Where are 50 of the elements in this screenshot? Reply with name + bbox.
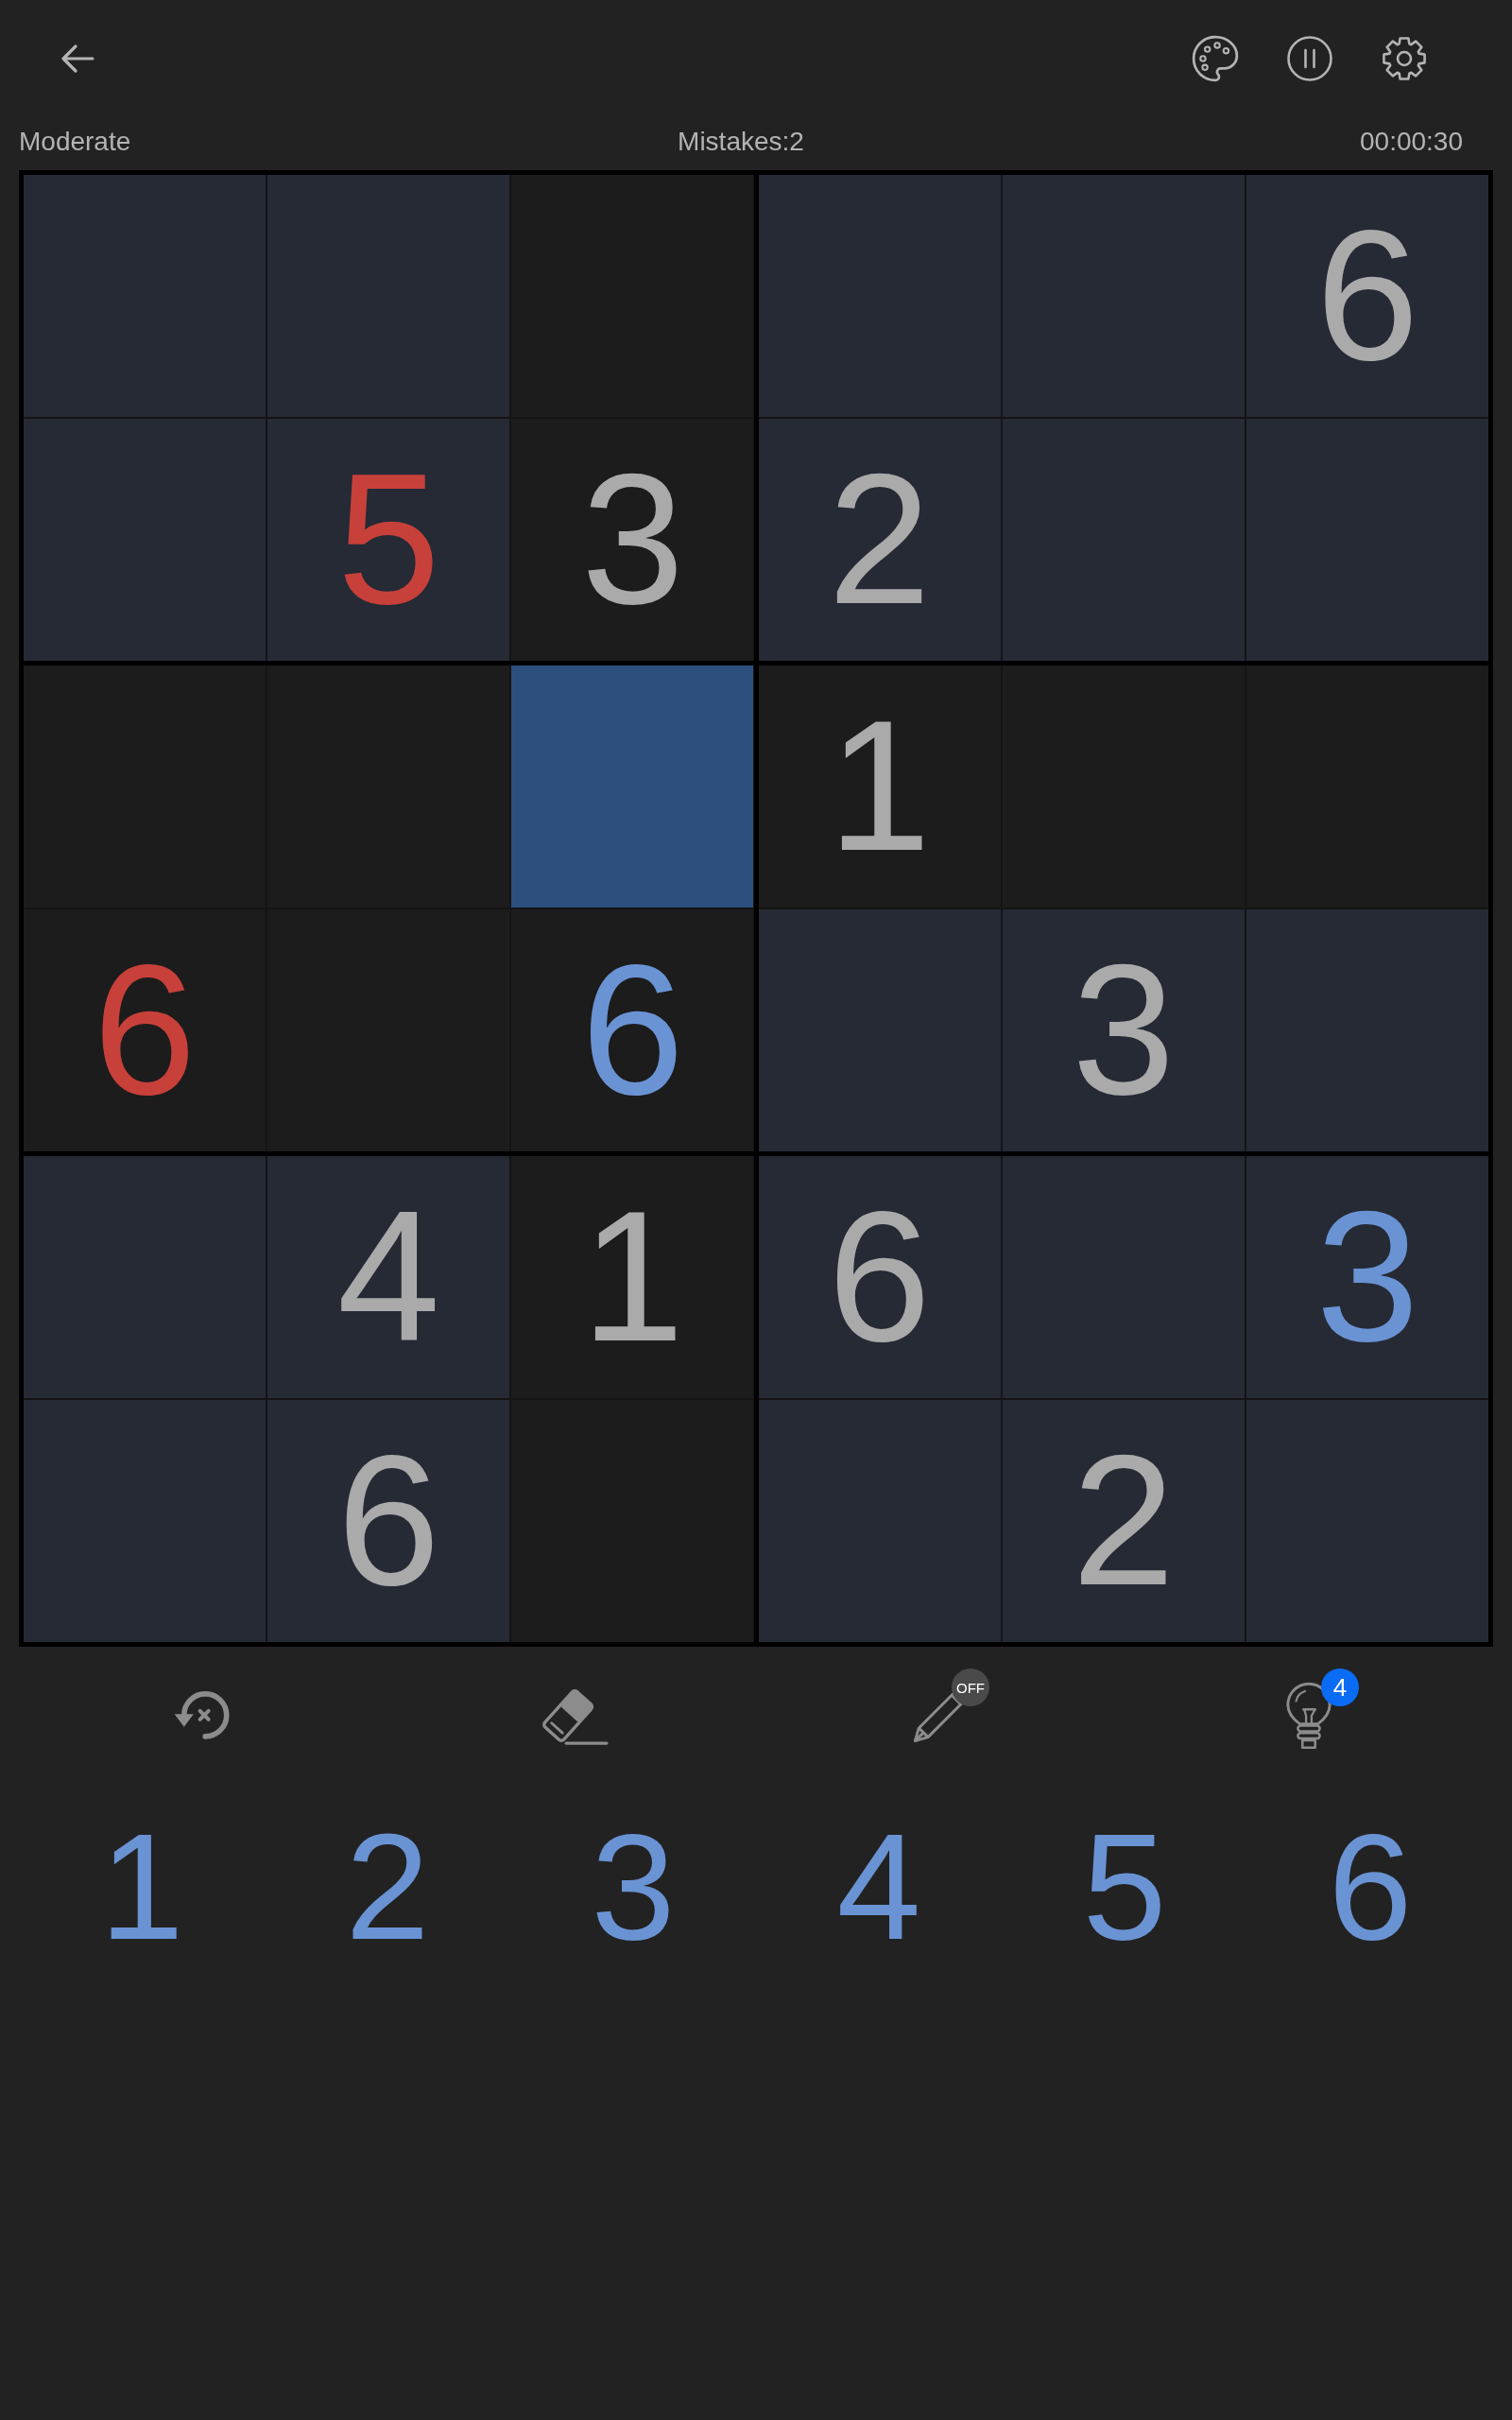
sudoku-cell[interactable]	[267, 175, 510, 417]
sudoku-cell[interactable]	[24, 419, 266, 661]
sudoku-cell[interactable]	[511, 666, 754, 908]
number-button[interactable]: 6	[1299, 1811, 1441, 1962]
sudoku-cell[interactable]: 6	[24, 909, 266, 1151]
sudoku-cell[interactable]: 3	[1246, 1156, 1488, 1398]
sudoku-cell[interactable]	[758, 909, 1001, 1151]
number-button[interactable]: 4	[808, 1811, 950, 1962]
sudoku-cell[interactable]: 1	[511, 1156, 754, 1398]
sudoku-cell[interactable]	[24, 175, 266, 417]
sudoku-cell[interactable]	[1002, 175, 1245, 417]
sudoku-cell[interactable]	[511, 175, 754, 417]
mistakes-counter: Mistakes:2	[678, 126, 804, 158]
mode-badge: OFF	[952, 1668, 989, 1706]
sudoku-cell[interactable]	[24, 666, 266, 908]
settings-icon	[1381, 35, 1428, 82]
sudoku-cell[interactable]	[1002, 666, 1245, 908]
sudoku-cell[interactable]: 1	[758, 666, 1001, 908]
sudoku-cell[interactable]	[1246, 419, 1488, 661]
number-button[interactable]: 1	[71, 1811, 213, 1962]
sudoku-cell[interactable]: 3	[1002, 909, 1245, 1151]
number-button[interactable]: 2	[317, 1811, 458, 1962]
number-button[interactable]: 3	[562, 1811, 704, 1962]
sudoku-cell[interactable]	[24, 1156, 266, 1398]
lightbulb-icon	[1283, 1681, 1334, 1751]
sudoku-cell[interactable]	[758, 175, 1001, 417]
sudoku-cell[interactable]	[1002, 1156, 1245, 1398]
sudoku-cell[interactable]: 2	[1002, 1400, 1245, 1642]
sudoku-cell[interactable]: 6	[1246, 175, 1488, 417]
sudoku-cell[interactable]: 4	[267, 1156, 510, 1398]
hint-count-badge: 4	[1321, 1668, 1359, 1706]
sudoku-cell[interactable]: 3	[511, 419, 754, 661]
number-button[interactable]: 5	[1054, 1811, 1195, 1962]
sudoku-cell[interactable]: 6	[511, 909, 754, 1151]
sudoku-cell[interactable]: 6	[267, 1400, 510, 1642]
sudoku-cell[interactable]	[267, 909, 510, 1151]
sudoku-cell[interactable]	[758, 1400, 1001, 1642]
pause-icon	[1286, 35, 1333, 82]
palette-icon	[1191, 34, 1240, 83]
sudoku-cell[interactable]	[267, 666, 510, 908]
sudoku-cell[interactable]: 6	[758, 1156, 1001, 1398]
sudoku-cell[interactable]	[1246, 666, 1488, 908]
sudoku-cell[interactable]	[1002, 419, 1245, 661]
sudoku-cell[interactable]	[24, 1400, 266, 1642]
sudoku-cell[interactable]: 2	[758, 419, 1001, 661]
sudoku-cell[interactable]	[1246, 909, 1488, 1151]
sudoku-cell[interactable]	[1246, 1400, 1488, 1642]
sudoku-cell[interactable]	[511, 1400, 754, 1642]
difficulty-label: Moderate	[19, 126, 131, 158]
timer-label: 00:00:30	[1360, 126, 1463, 158]
